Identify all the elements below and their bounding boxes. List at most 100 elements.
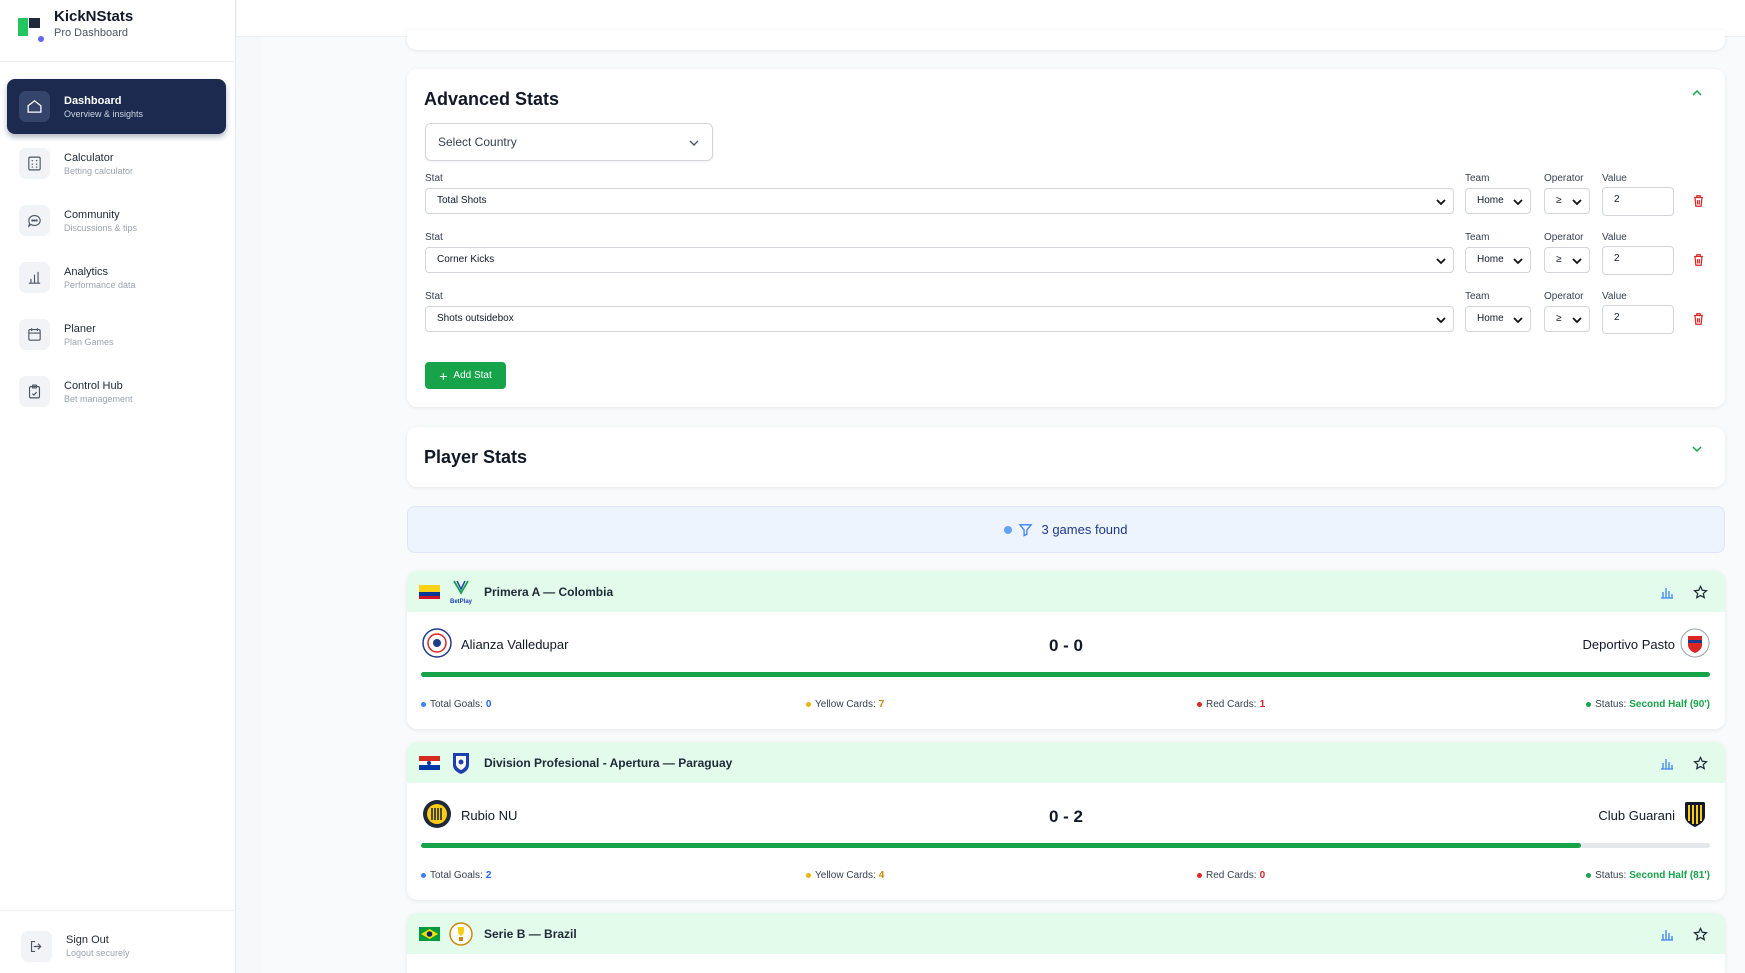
- match-stats-footer: Total Goals: 0 Yellow Cards: 7 Red Cards: 1…: [407, 699, 1725, 715]
- team-select[interactable]: Home: [1465, 188, 1531, 214]
- away-team-logo-icon: [1685, 802, 1705, 827]
- yellow-cards-label: Yellow Cards:: [815, 870, 876, 881]
- serie-b-league-logo-icon: [449, 922, 473, 946]
- trash-icon[interactable]: [1692, 312, 1705, 326]
- match-row: Alianza Valledupar 0 - 0 Deportivo Pasto: [407, 612, 1725, 672]
- svg-text:BetPlay: BetPlay: [450, 599, 473, 605]
- red-cards-label: Red Cards:: [1206, 699, 1257, 710]
- sidebar-item-label: Calculator: [64, 151, 114, 164]
- trash-icon[interactable]: [1692, 253, 1705, 267]
- game-card[interactable]: Serie B — Brazil: [407, 913, 1725, 973]
- star-icon[interactable]: [1691, 583, 1709, 601]
- brand[interactable]: KickNStats Pro Dashboard: [16, 8, 133, 42]
- trash-icon[interactable]: [1692, 194, 1705, 208]
- stat-row: Stat Shots outsidebox Team Home Operator…: [425, 291, 1715, 337]
- apertura-league-logo-icon: [453, 753, 469, 774]
- operator-label: Operator: [1544, 291, 1584, 302]
- stat-label: Stat: [425, 173, 443, 184]
- value-input[interactable]: 2: [1602, 246, 1674, 275]
- logout-icon: [21, 930, 52, 962]
- yellow-cards-stat: Yellow Cards: 4: [806, 870, 884, 881]
- stat-select[interactable]: Shots outsidebox: [425, 306, 1454, 332]
- operator-select[interactable]: ≥: [1544, 306, 1590, 332]
- sidebar-item-dashboard[interactable]: Dashboard Overview & insights: [7, 79, 226, 134]
- sidebar-item-label: Community: [64, 208, 120, 221]
- yellow-cards-label: Yellow Cards:: [815, 699, 876, 710]
- value-input-value: 2: [1614, 312, 1620, 323]
- value-input[interactable]: 2: [1602, 187, 1674, 216]
- country-select[interactable]: Select Country: [425, 123, 713, 161]
- chevron-down-icon: [1513, 317, 1523, 324]
- sidebar-item-label: Dashboard: [64, 94, 122, 107]
- stats-chart-icon[interactable]: [1658, 583, 1676, 601]
- stats-chart-icon[interactable]: [1658, 754, 1676, 772]
- value-input-value: 2: [1614, 253, 1620, 264]
- game-card[interactable]: Division Profesional - Apertura — Paragu…: [407, 742, 1725, 900]
- red-cards-stat: Red Cards: 1: [1197, 699, 1265, 710]
- sidebar-item-planer[interactable]: Planer Plan Games: [7, 307, 226, 362]
- stat-label: Stat: [425, 291, 443, 302]
- stat-select[interactable]: Total Shots: [425, 188, 1454, 214]
- add-stat-button[interactable]: + Add Stat: [425, 362, 506, 389]
- sidebar-item-sub: Overview & insights: [64, 108, 144, 119]
- sidebar-item-sub: Performance data: [64, 279, 136, 290]
- advanced-stats-title: Advanced Stats: [424, 89, 560, 109]
- value-label: Value: [1602, 173, 1627, 184]
- away-team-logo-icon: [1680, 628, 1710, 658]
- league-name: Primera A — Colombia: [484, 585, 614, 599]
- player-stats-card[interactable]: Player Stats: [407, 427, 1725, 487]
- advanced-stats-card: Advanced Stats Select Country Stat Total…: [407, 69, 1725, 407]
- brand-logo-icon: [16, 10, 44, 42]
- league-name: Division Profesional - Apertura — Paragu…: [484, 756, 733, 770]
- paraguay-flag-icon: [419, 756, 440, 770]
- sidebar-item-community[interactable]: Community Discussions & tips: [7, 193, 226, 248]
- chevron-down-icon: [1572, 317, 1582, 324]
- sidebar-item-sub: Plan Games: [64, 336, 114, 347]
- status-label: Status:: [1595, 870, 1627, 881]
- value-input[interactable]: 2: [1602, 305, 1674, 334]
- total-goals-stat: Total Goals: 0: [421, 699, 491, 710]
- team-label: Team: [1465, 173, 1490, 184]
- brand-subtitle: Pro Dashboard: [54, 27, 128, 39]
- league-name: Serie B — Brazil: [484, 927, 577, 941]
- sidebar-item-control-hub[interactable]: Control Hub Bet management: [7, 364, 226, 419]
- divider: [0, 61, 236, 62]
- team-label: Team: [1465, 232, 1490, 243]
- operator-select-value: ≥: [1556, 195, 1562, 206]
- chevron-down-icon: [1513, 258, 1523, 265]
- red-cards-value: 0: [1259, 870, 1266, 881]
- team-select[interactable]: Home: [1465, 306, 1531, 332]
- match-row: Rubio NU 0 - 2 Club Guarani: [407, 783, 1725, 843]
- chevron-down-icon: [1572, 199, 1582, 206]
- stat-select[interactable]: Corner Kicks: [425, 247, 1454, 273]
- away-team-name: Deportivo Pasto: [1582, 637, 1676, 652]
- brazil-flag-icon: [419, 927, 440, 941]
- match-progress-fill: [421, 672, 1710, 677]
- chevron-up-icon[interactable]: [1691, 87, 1703, 99]
- stats-chart-icon[interactable]: [1658, 925, 1676, 943]
- team-select-value: Home: [1477, 313, 1504, 324]
- sidebar-item-analytics[interactable]: Analytics Performance data: [7, 250, 226, 305]
- status-value: Second Half (81'): [1629, 870, 1710, 881]
- value-label: Value: [1602, 291, 1627, 302]
- game-card-header: BetPlay Primera A — Colombia: [407, 571, 1725, 612]
- game-card[interactable]: BetPlay Primera A — Colombia Alianza Val…: [407, 571, 1725, 729]
- star-icon[interactable]: [1691, 754, 1709, 772]
- sign-out-button[interactable]: Sign Out Logout securely: [13, 923, 223, 969]
- chevron-down-icon[interactable]: [1691, 443, 1703, 455]
- stat-row: Stat Total Shots Team Home Operator ≥ Va…: [425, 173, 1715, 219]
- team-select[interactable]: Home: [1465, 247, 1531, 273]
- stat-select-value: Corner Kicks: [437, 254, 495, 265]
- add-stat-label: Add Stat: [453, 370, 492, 381]
- operator-select[interactable]: ≥: [1544, 247, 1590, 273]
- star-icon[interactable]: [1691, 925, 1709, 943]
- game-card-header: Serie B — Brazil: [407, 913, 1725, 954]
- status-label: Status:: [1595, 699, 1627, 710]
- bar-chart-icon: [19, 262, 50, 293]
- sidebar-footer: Sign Out Logout securely: [0, 910, 236, 973]
- chevron-down-icon: [1436, 317, 1446, 324]
- previous-card: [407, 30, 1725, 50]
- sidebar-item-sub: Bet management: [64, 393, 133, 404]
- operator-select[interactable]: ≥: [1544, 188, 1590, 214]
- sidebar-item-calculator[interactable]: Calculator Betting calculator: [7, 136, 226, 191]
